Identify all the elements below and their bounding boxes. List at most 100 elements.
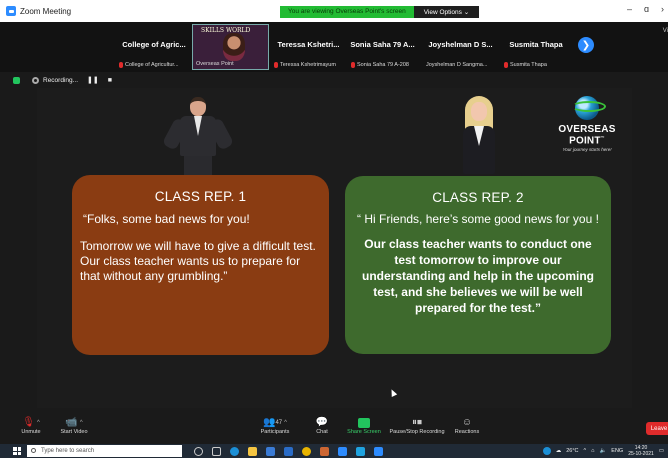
participant-tile[interactable]: Sonia Saha 79 A... Sonia Saha 79 A-208: [348, 24, 417, 70]
reactions-label: Reactions: [454, 429, 480, 435]
brand-text: OVERSEAS POINT: [558, 124, 616, 147]
windows-taskbar: Type here to search ☁ 26°C ^ ⌂ 🔈 ENG 14:…: [0, 444, 668, 458]
participant-footer-label: Teressa Kshetrimayum: [280, 62, 336, 68]
close-button[interactable]: ›: [661, 4, 664, 14]
maximize-button[interactable]: ɑ: [644, 4, 649, 14]
participant-footer: Overseas Point: [196, 61, 234, 67]
participant-tile[interactable]: Teressa Kshetri... Teressa Kshetrimayum: [271, 24, 346, 70]
mic-muted-icon: [351, 62, 355, 68]
participant-footer-label: College of Agricultur...: [125, 62, 179, 68]
mic-muted-icon: [274, 62, 278, 68]
zoom-logo-icon: [6, 6, 16, 16]
participant-name: College of Agric...: [122, 40, 186, 49]
edge-icon[interactable]: [230, 446, 239, 456]
clock-date: 25-10-2021: [628, 451, 654, 457]
title-bar: Zoom Meeting You are viewing Overseas Po…: [0, 0, 668, 22]
tray-expand-icon[interactable]: ^: [584, 448, 587, 454]
network-icon[interactable]: ⌂: [591, 448, 594, 454]
search-placeholder: Type here to search: [41, 448, 95, 454]
brand-tagline: Your journey starts here!: [562, 147, 612, 153]
view-switch-label: Vi: [662, 28, 668, 34]
share-screen-label: Share Screen: [347, 429, 381, 435]
notification-icon[interactable]: ▭: [659, 448, 664, 454]
start-video-button[interactable]: 📹 ^ Start Video: [56, 416, 92, 435]
taskbar-apps: [194, 446, 383, 456]
class-rep-2-line2: Our class teacher wants to conduct one t…: [362, 237, 594, 315]
cortana-icon[interactable]: [194, 446, 203, 456]
overseas-point-logo: OVERSEAS POINT™ Your journey starts here…: [547, 96, 627, 152]
participants-button[interactable]: 👥 47 ^ Participants: [255, 416, 295, 435]
participant-name: Teressa Kshetri...: [277, 40, 340, 49]
view-options-button[interactable]: View Options ⌄: [413, 6, 480, 18]
businessman-illustration: [161, 97, 235, 182]
participants-label: Participants: [260, 429, 290, 435]
class-rep-1-title: CLASS REP. 1: [154, 189, 247, 204]
mic-muted-icon: [504, 62, 508, 68]
class-rep-2-card: CLASS REP. 2 “ Hi Friends, here’s some g…: [345, 176, 611, 354]
weather-temp: 26°C: [566, 448, 579, 454]
pause-recording-icon[interactable]: ❚❚: [87, 76, 99, 84]
class-rep-2-title: CLASS REP. 2: [432, 190, 524, 205]
language-label[interactable]: ENG: [611, 448, 623, 454]
windows-start-icon[interactable]: [13, 447, 21, 455]
zoom-taskbar-icon-2[interactable]: [374, 446, 383, 456]
share-screen-button[interactable]: Share Screen: [344, 416, 384, 435]
reactions-icon: ☺: [461, 417, 473, 428]
task-view-icon[interactable]: [212, 446, 221, 456]
class-rep-1-card: CLASS REP. 1 “Folks, some bad news for y…: [72, 175, 329, 355]
view-switch-button[interactable]: Vi: [663, 28, 668, 34]
businesswoman-illustration: [451, 96, 507, 176]
participant-tile[interactable]: College of Agric... College of Agricultu…: [116, 24, 192, 70]
minimize-button[interactable]: –: [627, 4, 632, 14]
participants-caret-icon: ^: [284, 419, 287, 426]
mouse-cursor-icon: [388, 388, 398, 397]
security-shield-icon[interactable]: [13, 76, 20, 84]
unmute-caret-icon: ^: [36, 419, 40, 426]
volume-icon[interactable]: 🔈: [599, 448, 606, 454]
presenter-video: [223, 33, 245, 61]
participant-footer: Joyshelman D Sangma...: [426, 62, 487, 68]
stop-recording-icon[interactable]: ■: [108, 77, 112, 84]
pause-stop-label: Pause/Stop Recording: [389, 429, 445, 435]
store-icon[interactable]: [266, 446, 275, 456]
leave-button[interactable]: Leave: [646, 422, 668, 435]
view-options-caret-icon: ⌄: [463, 9, 470, 16]
zoom-taskbar-icon[interactable]: [338, 446, 347, 456]
mic-muted-icon: [119, 62, 123, 68]
zoom-window: Zoom Meeting You are viewing Overseas Po…: [0, 0, 668, 458]
participant-footer-label: Joyshelman D Sangma...: [426, 62, 488, 68]
chrome-icon[interactable]: [302, 446, 311, 456]
chat-label: Chat: [316, 429, 328, 435]
file-explorer-icon[interactable]: [248, 446, 257, 456]
share-screen-icon: [358, 417, 370, 428]
viewing-message: You are viewing Overseas Point's screen: [280, 6, 414, 18]
start-video-label: Start Video: [60, 429, 88, 435]
participant-footer-label: Susmita Thapa: [510, 62, 547, 68]
unmute-label: Unmute: [21, 429, 41, 435]
participant-tile[interactable]: Joyshelman D S... Joyshelman D Sangma...: [423, 24, 498, 70]
recording-label: Recording...: [43, 76, 79, 84]
participants-icon: 👥: [263, 417, 276, 428]
pause-stop-recording-button[interactable]: ⏸⏹ Pause/Stop Recording: [388, 416, 446, 435]
gallery-next-icon[interactable]: ❯: [578, 37, 594, 53]
taskbar-search-input[interactable]: Type here to search: [27, 445, 182, 457]
vlc-icon[interactable]: [320, 446, 329, 456]
participant-footer: Sonia Saha 79 A-208: [351, 62, 409, 68]
participant-name: Sonia Saha 79 A...: [350, 40, 415, 49]
participant-tile[interactable]: Susmita Thapa Susmita Thapa: [501, 24, 571, 70]
pause-stop-icon: ⏸⏹: [412, 417, 422, 428]
clock[interactable]: 14:20 25-10-2021: [628, 445, 654, 457]
participant-video-tile[interactable]: SKILLS WORLD Overseas Point: [192, 24, 269, 70]
unmute-button[interactable]: 🎙 ^ Unmute: [16, 416, 46, 435]
chat-button[interactable]: 💬 Chat: [309, 416, 335, 435]
mail-icon[interactable]: [284, 446, 293, 456]
telegram-icon[interactable]: [356, 446, 365, 456]
class-rep-1-line2: Tomorrow we will have to give a difficul…: [80, 239, 316, 283]
participants-count: 47: [275, 419, 283, 426]
weather-icon: ☁: [555, 448, 562, 454]
reactions-button[interactable]: ☺ Reactions: [452, 416, 482, 435]
app-tray-icon[interactable]: [542, 447, 551, 455]
participant-name: Joyshelman D S...: [428, 40, 493, 49]
participant-name: Susmita Thapa: [509, 40, 563, 49]
microphone-muted-icon: 🎙: [22, 417, 35, 428]
